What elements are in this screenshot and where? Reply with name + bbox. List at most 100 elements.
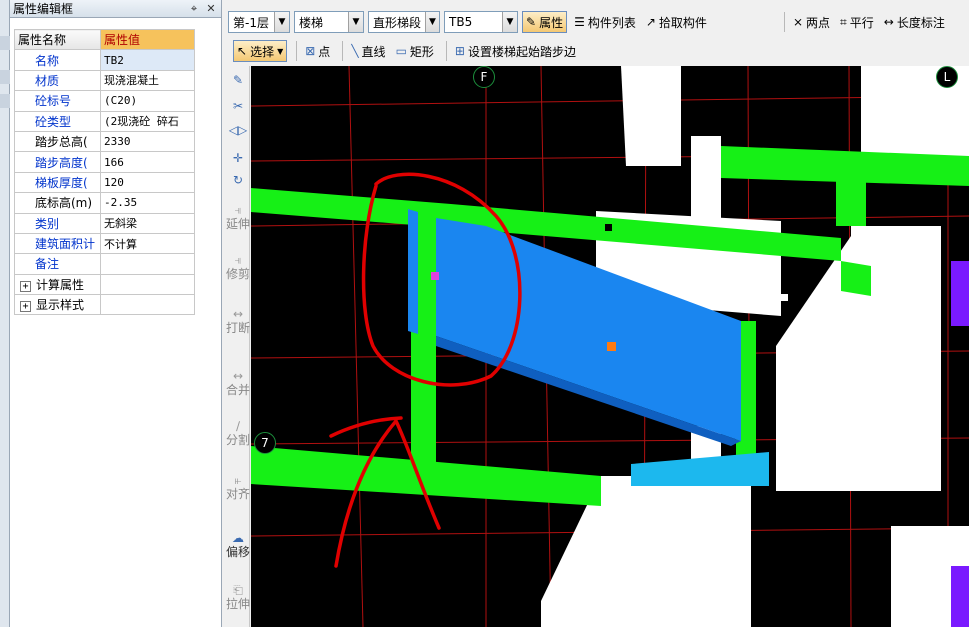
property-value-input[interactable]: 2330 <box>100 130 195 153</box>
offset-tool-button[interactable]: ☁ 偏移 <box>226 532 250 559</box>
select-button[interactable]: ↖ 选择 ▼ <box>233 40 288 62</box>
list-icon: ☰ <box>574 15 585 29</box>
copy-icon: ✂ <box>232 99 244 113</box>
dock-tab[interactable] <box>0 94 10 108</box>
property-value-input[interactable]: 不计算 <box>100 232 195 255</box>
property-name: 底标高(m) <box>14 192 101 214</box>
properties-label: 属性 <box>539 15 564 30</box>
viewport-canvas[interactable] <box>251 66 969 627</box>
group-value-cell <box>100 294 195 316</box>
close-icon[interactable]: ✕ <box>204 2 218 15</box>
set-start-step-button[interactable]: ⊞ 设置楼梯起始踏步边 <box>452 40 579 62</box>
chevron-down-icon[interactable]: ▼ <box>277 47 283 56</box>
stretch-icon: ⎗ <box>233 583 243 597</box>
3d-viewport[interactable]: F L 7 <box>251 66 969 627</box>
two-points-button[interactable]: ⨯ 两点 <box>790 11 833 33</box>
component-select[interactable]: TB5 ▼ <box>444 11 518 33</box>
column-elements <box>951 261 969 627</box>
dock-tab[interactable] <box>0 36 10 50</box>
property-row[interactable]: 备注 <box>14 253 195 275</box>
property-group-row[interactable]: + 显示样式 <box>14 294 195 316</box>
property-row[interactable]: 梯板厚度( 120 <box>14 171 195 194</box>
line-button[interactable]: ╲ 直线 <box>348 40 388 62</box>
rectangle-icon: ▭ <box>395 44 407 58</box>
chevron-down-icon[interactable]: ▼ <box>348 12 363 32</box>
break-tool-button[interactable]: ↔ 打断 <box>226 308 250 335</box>
property-group-display[interactable]: + 显示样式 <box>14 294 101 316</box>
rotate-tool-button[interactable]: ↻ <box>226 174 250 188</box>
expand-icon[interactable]: + <box>20 301 31 313</box>
point-button[interactable]: ⊠ 点 <box>302 40 333 62</box>
property-value-input[interactable] <box>100 253 195 275</box>
expand-icon[interactable]: + <box>20 280 31 292</box>
split-icon: ∕ <box>235 419 241 433</box>
align-icon: ⫦ <box>234 473 242 487</box>
property-value-input[interactable]: 120 <box>100 171 195 194</box>
properties-icon: ✎ <box>526 15 537 29</box>
pin-icon[interactable]: ⌖ <box>187 2 201 16</box>
floor-select[interactable]: 第-1层 ▼ <box>228 11 290 33</box>
rect-button[interactable]: ▭ 矩形 <box>393 40 437 62</box>
property-name: 梯板厚度( <box>14 171 101 194</box>
property-row[interactable]: 底标高(m) -2.35 <box>14 192 195 214</box>
header-property-name: 属性名称 <box>14 28 101 51</box>
line-label: 直线 <box>361 44 386 59</box>
dock-tab[interactable] <box>0 70 10 84</box>
break-label: 打断 <box>226 321 251 335</box>
property-row[interactable]: 砼类型 (2现浇砼 碎石 <box>14 110 195 132</box>
toolbar-separator <box>783 12 785 32</box>
group-label: 显示样式 <box>36 298 85 313</box>
parallel-button[interactable]: ⌗ 平行 <box>837 11 877 33</box>
property-row[interactable]: 砼标号 (C20) <box>14 90 195 112</box>
merge-label: 合并 <box>226 383 251 397</box>
chevron-down-icon[interactable]: ▼ <box>274 12 289 32</box>
toolbar-separator <box>445 41 447 61</box>
point-label: 点 <box>318 44 331 59</box>
properties-button[interactable]: ✎ 属性 <box>522 11 568 33</box>
merge-icon: ↔ <box>232 369 244 383</box>
mirror-tool-button[interactable]: ◁▷ <box>226 124 250 138</box>
cursor-icon: ↖ <box>237 44 248 58</box>
subtype-select[interactable]: 直形梯段 ▼ <box>368 11 440 33</box>
extend-tool-button[interactable]: ⫣ 延伸 <box>226 204 250 231</box>
property-panel-title: 属性编辑框 <box>13 2 74 16</box>
merge-tool-button[interactable]: ↔ 合并 <box>226 370 250 397</box>
component-list-button[interactable]: ☰ 构件列表 <box>571 11 639 33</box>
property-value-input[interactable]: 现浇混凝土 <box>100 69 195 92</box>
property-value-input[interactable]: (C20) <box>100 90 195 112</box>
trim-tool-button[interactable]: ⫣ 修剪 <box>226 254 250 281</box>
pick-component-button[interactable]: ↗ 拾取构件 <box>643 11 710 33</box>
stretch-tool-button[interactable]: ⎗ 拉伸 <box>226 584 250 611</box>
length-label-button[interactable]: ↔ 长度标注 <box>881 11 948 33</box>
property-group-row[interactable]: + 计算属性 <box>14 273 195 296</box>
property-row[interactable]: 名称 TB2 <box>14 49 195 71</box>
move-tool-button[interactable]: ✛ <box>226 152 250 166</box>
property-row[interactable]: 踏步高度( 166 <box>14 151 195 173</box>
select-label: 选择 <box>250 44 275 59</box>
split-tool-button[interactable]: ∕ 分割 <box>226 420 250 447</box>
mirror-icon: ◁▷ <box>228 123 248 137</box>
chevron-down-icon[interactable]: ▼ <box>502 12 517 32</box>
property-value-input[interactable]: 无斜梁 <box>100 212 195 234</box>
point-icon: ⊠ <box>305 44 316 58</box>
property-row[interactable]: 建筑面积计 不计算 <box>14 232 195 255</box>
property-value-input[interactable]: -2.35 <box>100 192 195 214</box>
pencil-tool-button[interactable]: ✎ <box>226 74 250 88</box>
property-name: 备注 <box>14 253 101 275</box>
property-value-input[interactable]: TB2 <box>100 49 195 71</box>
align-tool-button[interactable]: ⫦ 对齐 <box>226 474 250 501</box>
property-editor-panel: 属性编辑框 ⌖ ✕ 属性名称 属性值 名称 TB2 材质 现浇混凝土 砼标号 (… <box>10 0 222 627</box>
property-group-calc[interactable]: + 计算属性 <box>14 273 101 296</box>
property-name: 材质 <box>14 69 101 92</box>
property-row[interactable]: 材质 现浇混凝土 <box>14 69 195 92</box>
copy-tool-button[interactable]: ✂ <box>226 100 250 114</box>
property-row[interactable]: 类别 无斜梁 <box>14 212 195 234</box>
component-list-label: 构件列表 <box>587 15 636 30</box>
category-select[interactable]: 楼梯 ▼ <box>294 11 364 33</box>
left-dock-strip <box>0 0 10 627</box>
chevron-down-icon[interactable]: ▼ <box>425 12 439 32</box>
property-row[interactable]: 踏步总高( 2330 <box>14 130 195 153</box>
eyedropper-icon: ↗ <box>645 15 656 29</box>
property-value-input[interactable]: (2现浇砼 碎石 <box>100 110 195 132</box>
property-value-input[interactable]: 166 <box>100 151 195 173</box>
